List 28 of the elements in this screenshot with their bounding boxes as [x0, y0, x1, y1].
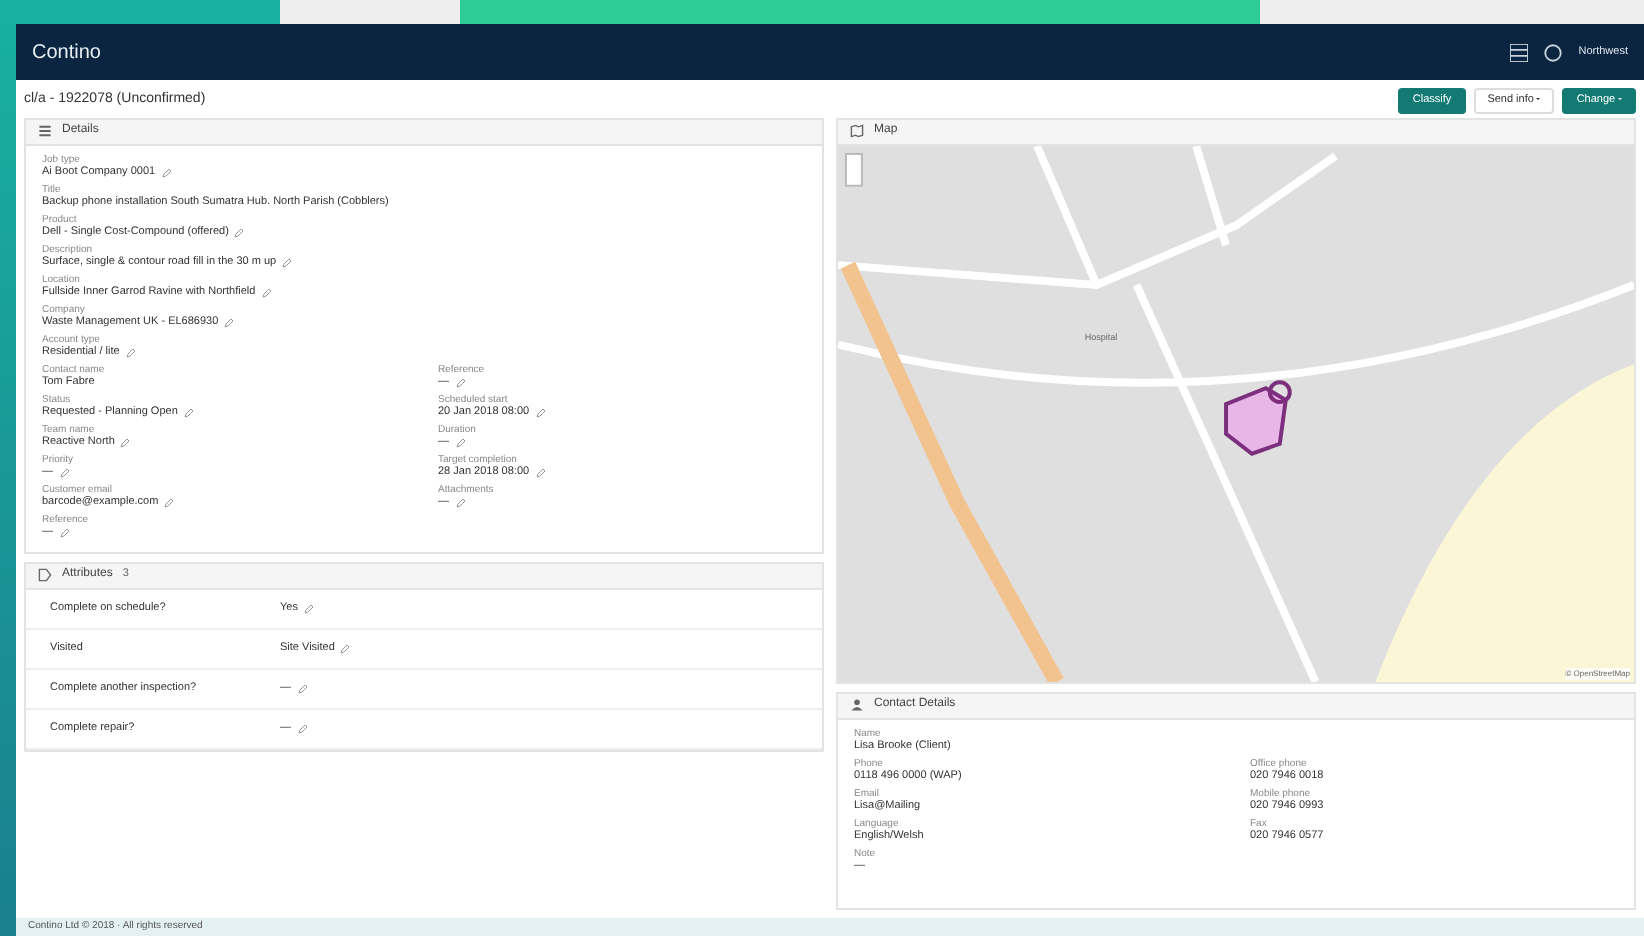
- pencil-icon[interactable]: [455, 497, 465, 508]
- pencil-icon[interactable]: [224, 317, 235, 328]
- list-icon: [38, 124, 52, 139]
- tag-icon: [38, 568, 52, 583]
- pencil-icon[interactable]: [297, 683, 307, 694]
- pencil-icon[interactable]: [297, 723, 307, 734]
- pencil-icon[interactable]: [234, 227, 245, 238]
- map-icon: [850, 124, 864, 139]
- help-icon[interactable]: [1544, 43, 1563, 61]
- pencil-icon[interactable]: [59, 467, 69, 478]
- grid-icon[interactable]: [1510, 43, 1529, 61]
- pencil-icon[interactable]: [125, 347, 136, 358]
- pencil-icon[interactable]: [282, 257, 293, 268]
- map-drawing[interactable]: [838, 145, 1634, 682]
- pencil-icon[interactable]: [161, 167, 172, 178]
- pencil-icon[interactable]: [261, 287, 272, 298]
- pencil-icon[interactable]: [120, 437, 131, 448]
- pencil-icon[interactable]: [59, 527, 69, 538]
- pencil-icon[interactable]: [535, 407, 546, 418]
- pencil-icon[interactable]: [303, 603, 314, 614]
- pencil-icon[interactable]: [164, 497, 175, 508]
- pencil-icon[interactable]: [455, 377, 465, 388]
- pencil-icon[interactable]: [340, 643, 351, 654]
- pencil-icon[interactable]: [455, 437, 465, 448]
- person-icon: [850, 698, 864, 713]
- pencil-icon[interactable]: [183, 407, 194, 418]
- app-logo[interactable]: Contino: [32, 37, 101, 67]
- pencil-icon[interactable]: [535, 467, 546, 478]
